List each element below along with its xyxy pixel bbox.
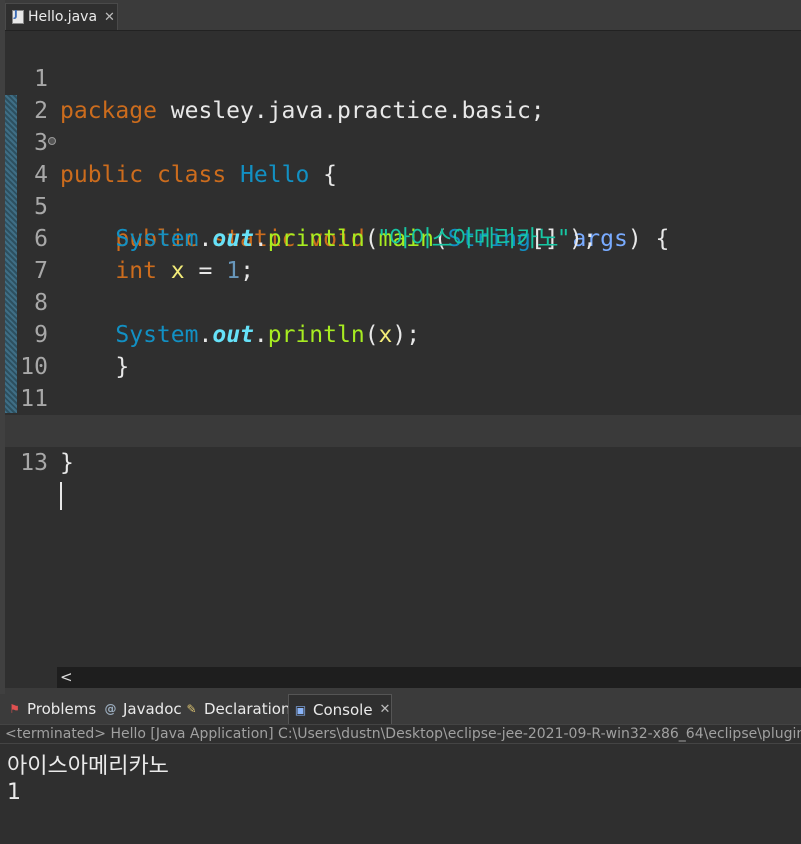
code-line: 11 [5,351,801,412]
code-line: 4 public static void main(String[] args)… [5,127,801,252]
code-line: 8 System.out.println(x); [5,255,801,348]
scroll-left-icon[interactable]: < [60,668,73,686]
declaration-icon: ✎ [186,702,197,716]
javadoc-icon: @ [104,702,117,716]
console-output-line: 1 [7,780,21,805]
tab-label: Console [313,700,373,719]
code-line: 10 [5,319,801,380]
tab-console[interactable]: ▣ Console ✕ [288,694,392,724]
brace: } [60,450,74,476]
tab-label: Problems [27,700,97,718]
code-line: 9 } [5,287,801,380]
console-status-line: <terminated> Hello [Java Application] C:… [0,724,801,744]
tab-label: Declaration [204,700,291,718]
tab-declaration[interactable]: ✎ Declaration [185,694,290,724]
editor-tab-label: Hello.java [28,9,98,25]
tab-problems[interactable]: ⚑ Problems [8,694,96,724]
editor-tab-bar: Hello.java ✕ [0,0,801,31]
fold-toggle-icon[interactable] [48,137,56,145]
close-icon[interactable]: ✕ [380,702,391,717]
tab-label: Javadoc [123,700,182,718]
line-number: 13 [20,450,48,476]
editor-tab-hello-java[interactable]: Hello.java ✕ [5,3,118,30]
code-line: 12 } [5,383,801,476]
console-output[interactable]: 아이스아메리카노 1 [0,744,801,844]
code-line: 7 [5,223,801,284]
java-file-icon [12,9,24,24]
code-line: 3 public class Hello { [5,95,801,188]
close-icon[interactable]: ✕ [104,10,115,25]
text-caret [60,481,62,510]
code-line: 6 int x = 1; [5,191,801,284]
code-line: 5 System.out.println("아이스아메리카노"); [5,159,801,252]
problems-icon: ⚑ [9,702,20,716]
code-line: 2 [5,63,801,124]
code-line: 1 package wesley.java.practice.basic; [5,31,801,124]
code-line-current: 13 [5,415,801,510]
view-tab-bar: ⚑ Problems @ Javadoc ✎ Declaration ▣ Con… [0,694,801,724]
horizontal-scrollbar[interactable]: < [57,667,801,688]
console-icon: ▣ [294,702,307,717]
tab-javadoc[interactable]: @ Javadoc [104,694,182,724]
code-editor[interactable]: 1 package wesley.java.practice.basic; 2 … [5,31,801,667]
console-output-line: 아이스아메리카노 [7,754,169,779]
